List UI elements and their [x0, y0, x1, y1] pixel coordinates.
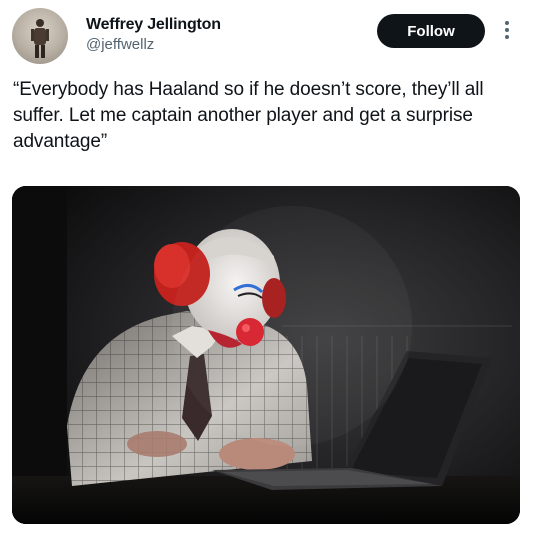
author-handle[interactable]: @jeffwellz: [86, 36, 154, 53]
tweet-text: “Everybody has Haaland so if he doesn’t …: [13, 79, 484, 152]
tweet-media-photo[interactable]: [12, 186, 520, 524]
tweet-header: Weffrey Jellington @jeffwellz Follow: [0, 0, 534, 70]
avatar-figure: [31, 19, 49, 58]
follow-button[interactable]: Follow: [377, 14, 485, 48]
more-options-icon[interactable]: [500, 18, 514, 44]
clown-at-laptop-image: [12, 186, 520, 524]
avatar[interactable]: [12, 8, 68, 64]
author-name[interactable]: Weffrey Jellington: [86, 16, 221, 34]
